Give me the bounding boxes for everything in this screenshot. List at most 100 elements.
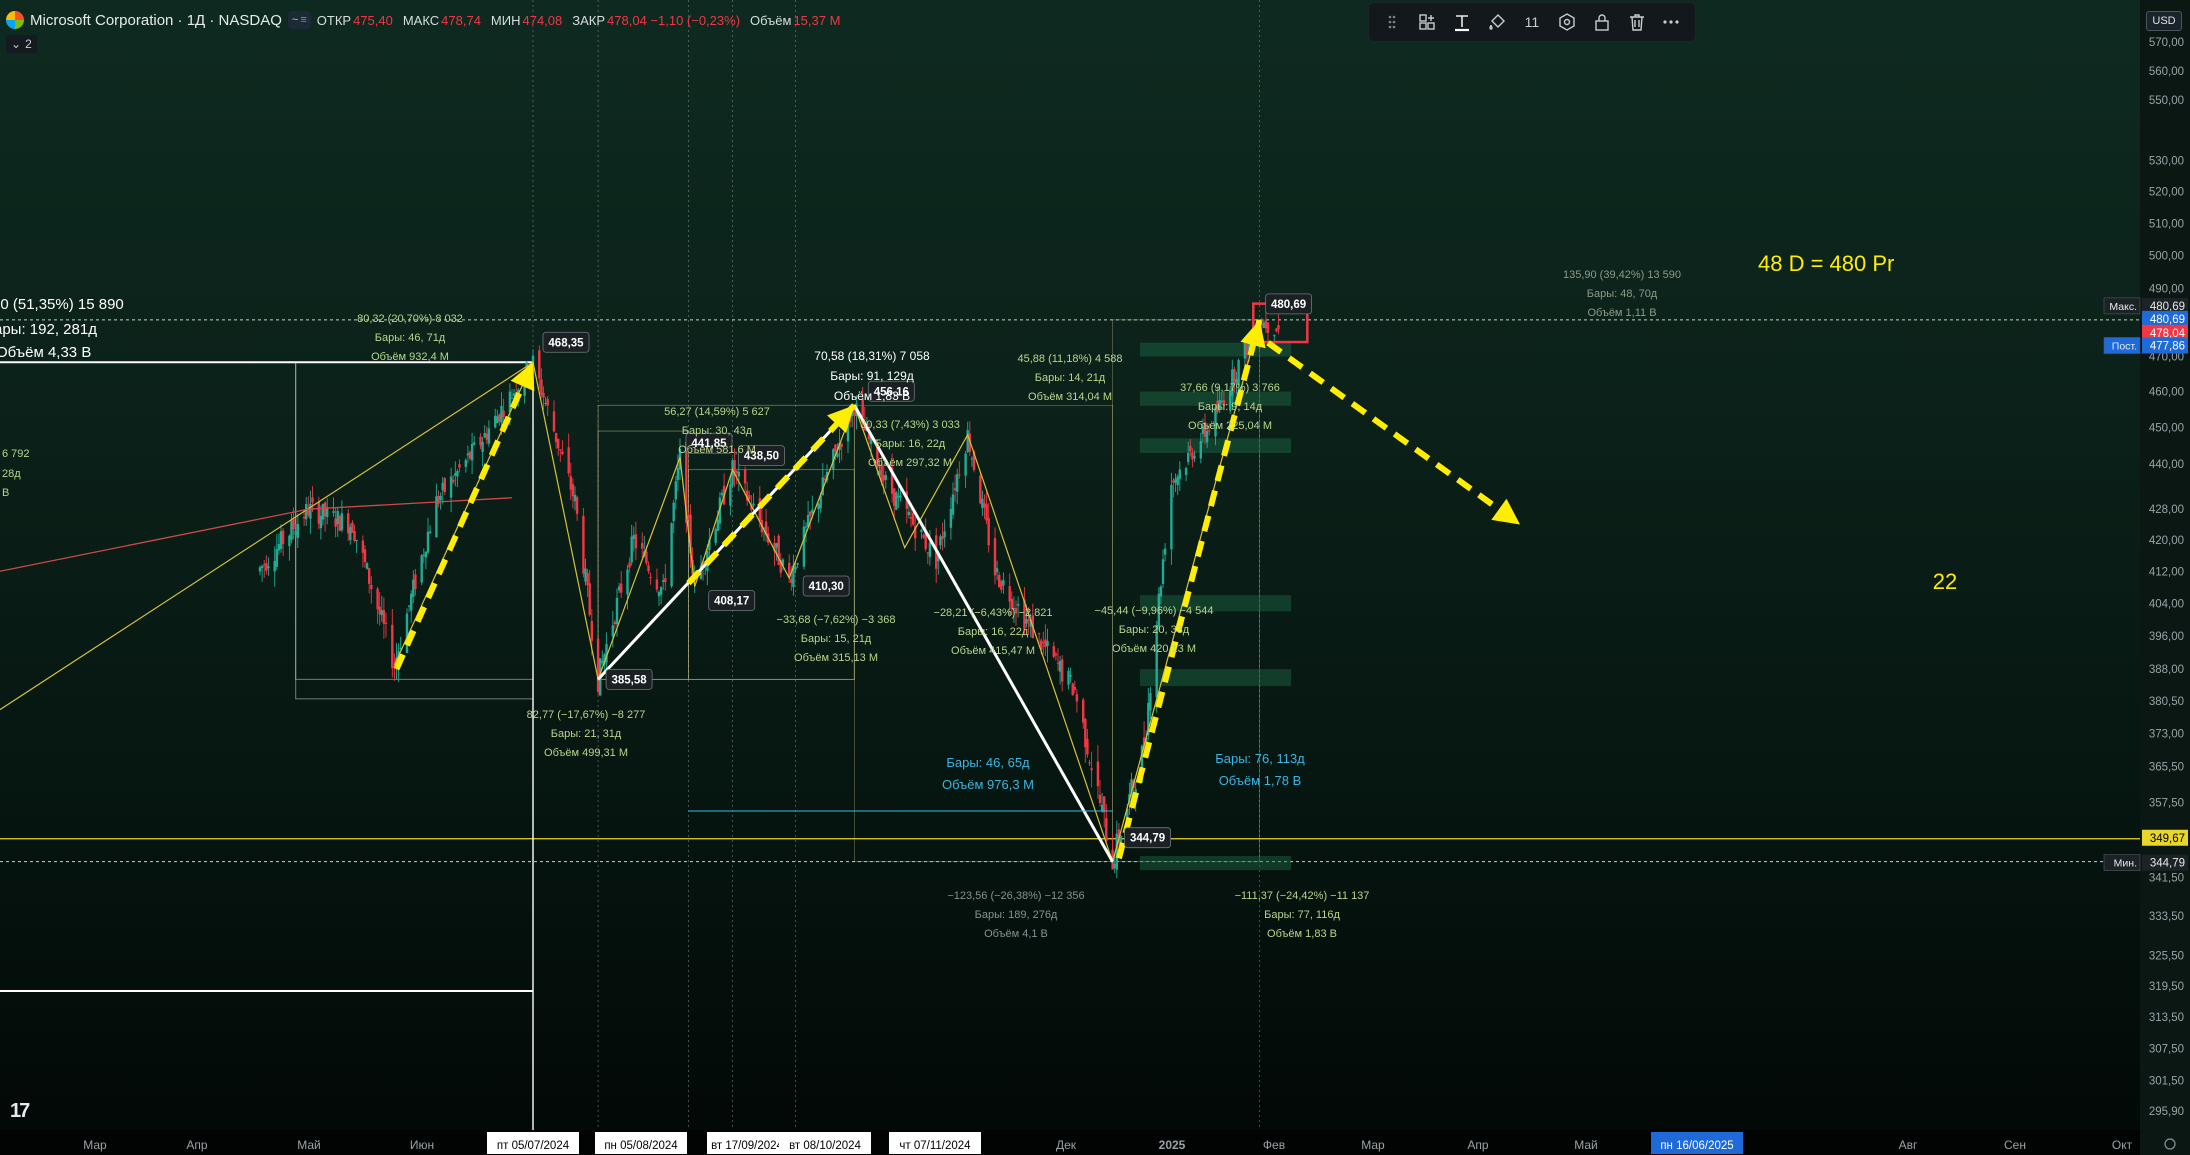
candle-body <box>384 622 388 624</box>
price-chart[interactable]: 468,35385,58441,85438,50408,17410,30456,… <box>0 0 2190 1155</box>
candle-body <box>634 534 638 549</box>
price-tick-label: 450,00 <box>2149 422 2184 434</box>
candle-body <box>647 565 650 572</box>
annotation-text: Бары: 46, 65д <box>946 755 1030 770</box>
ohlc-values: ОТКР 475,40 МАКС 478,74 МИН 474,08 ЗАКР 478,… <box>317 13 841 28</box>
candle-body <box>788 562 791 576</box>
annotation-text: Бары: 20, 33д <box>1119 624 1190 636</box>
price-tick-label: 295,90 <box>2149 1106 2184 1118</box>
candle-body <box>538 350 541 379</box>
candle-body <box>1016 604 1020 606</box>
candle-body <box>1262 322 1265 329</box>
template-icon[interactable] <box>1414 9 1440 35</box>
candle-body <box>662 580 665 582</box>
annotation-text: Объём 499,31 M <box>544 747 628 759</box>
candle-body <box>479 436 482 446</box>
pivot-label-text: 408,17 <box>714 596 749 608</box>
fill-bucket-icon[interactable] <box>1484 9 1510 35</box>
price-tick-label: 490,00 <box>2149 284 2184 296</box>
arrow-projection <box>1266 340 1522 527</box>
candle-body <box>1056 662 1060 664</box>
candle-body <box>1187 452 1190 463</box>
price-tick-label: 460,00 <box>2149 387 2184 399</box>
candle-body <box>347 513 350 534</box>
candle-body <box>1044 639 1047 647</box>
pivot-label: 408,17 <box>708 590 756 611</box>
annotation-text: Объём 297,32 M <box>868 457 952 469</box>
candle-body <box>790 578 793 583</box>
indicator-icon: ≡ <box>300 14 307 26</box>
drag-handle-icon[interactable] <box>1379 9 1405 35</box>
annotation-text: 80,32 (20,70%) 8 032 <box>357 313 463 325</box>
candle-body <box>943 531 946 538</box>
annotation-text: Бары: 30, 43д <box>682 425 753 437</box>
candle-body <box>1042 641 1045 643</box>
candle-body <box>1000 580 1003 590</box>
price-label-name: Мин. <box>2114 858 2137 870</box>
candle-body <box>1071 683 1074 696</box>
annotation-text: Бары: 91, 129д <box>830 369 914 383</box>
more-icon[interactable] <box>1658 9 1684 35</box>
candle-body <box>552 411 556 432</box>
tradingview-logo[interactable]: 17 <box>10 1100 30 1123</box>
currency-button[interactable]: USD <box>2146 11 2182 31</box>
time-tick-label: Июн <box>410 1138 434 1152</box>
candle-body <box>998 574 1001 588</box>
candle-body <box>1090 768 1093 771</box>
candle-body <box>893 488 896 506</box>
candle-body <box>659 587 663 595</box>
candle-body <box>321 503 325 520</box>
pivot-label-text: 385,58 <box>612 674 648 686</box>
candle-body <box>294 530 297 535</box>
candle-body <box>628 562 631 568</box>
arrow-projection-head <box>1491 498 1520 525</box>
candle-body <box>263 564 266 566</box>
line-width-value[interactable]: 11 <box>1519 9 1545 35</box>
trash-icon[interactable] <box>1624 9 1650 35</box>
annotation-text: B <box>2 487 9 499</box>
ohlc-open: ОТКР 475,40 <box>316 12 393 28</box>
candle-body <box>1061 659 1064 682</box>
settings-hex-icon[interactable] <box>1554 9 1580 35</box>
annotation-text: Бары: 9, 14д <box>1198 401 1263 413</box>
candle-body <box>1275 328 1278 332</box>
candle-body <box>775 543 778 548</box>
time-tick-label: Авг <box>1899 1138 1918 1152</box>
annotation-text: 90 (51,35%) 15 890 <box>0 296 124 313</box>
candle-body <box>1163 548 1167 555</box>
price-tick-label: 428,00 <box>2149 504 2184 516</box>
candle-body <box>911 512 915 525</box>
candle-body <box>452 479 455 482</box>
candle-body <box>302 516 306 519</box>
candle-body <box>544 402 547 404</box>
candle-body <box>340 513 344 531</box>
lock-icon[interactable] <box>1589 9 1615 35</box>
drawings <box>0 302 1309 864</box>
text-tool-icon[interactable] <box>1449 9 1475 35</box>
candle-body <box>258 567 262 572</box>
candle-body <box>542 392 545 398</box>
time-tick-label: Апр <box>1467 1138 1489 1152</box>
candle-body <box>796 563 799 565</box>
symbol-title[interactable]: Microsoft Corporation · 1Д · NASDAQ <box>30 12 282 29</box>
candle-body <box>641 543 644 549</box>
candle-body <box>323 502 327 517</box>
price-tick-label: 530,00 <box>2149 156 2184 168</box>
price-tick-label: 440,00 <box>2149 459 2184 471</box>
candle-body <box>735 471 738 474</box>
candle-body <box>470 443 474 461</box>
candle-body <box>275 549 278 567</box>
candle-body <box>985 504 988 521</box>
candle-body <box>456 471 459 477</box>
price-tick-label: 570,00 <box>2149 37 2184 49</box>
annotation-text: Бары: 14, 21д <box>1035 372 1106 384</box>
msft-logo-icon <box>6 11 24 29</box>
candle-body <box>267 566 270 569</box>
candle-body <box>380 610 383 616</box>
candle-body <box>1105 818 1108 842</box>
annotation-text: Объём 420,13 M <box>1112 643 1196 655</box>
status-badge[interactable]: ~ ≡ <box>287 11 311 29</box>
indicators-toggle[interactable]: ⌄ 2 <box>6 35 37 53</box>
candle-body <box>573 494 577 502</box>
date-cursor-label-text: вт 08/10/2024 <box>789 1140 861 1152</box>
